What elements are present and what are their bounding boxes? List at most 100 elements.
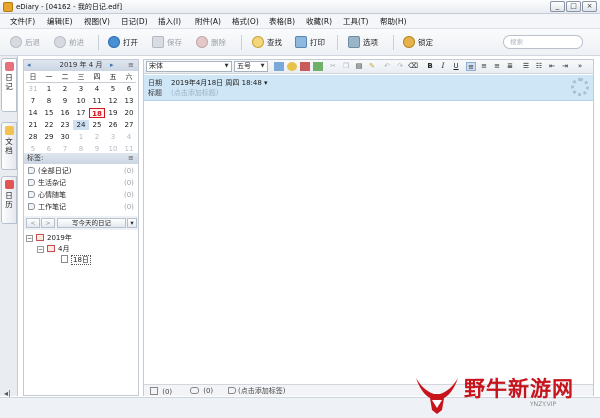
menu-diary[interactable]: 日记(D) <box>121 16 148 27</box>
insert-table-icon[interactable] <box>300 62 310 71</box>
calendar-day[interactable]: 17 <box>73 108 89 118</box>
menu-insert[interactable]: 插入(I) <box>158 16 181 27</box>
tag-item-all[interactable]: (全部日记) <box>28 166 71 176</box>
calendar-day[interactable]: 5 <box>105 84 121 94</box>
insert-image-icon[interactable] <box>274 62 284 71</box>
calendar-day[interactable]: 28 <box>25 132 41 142</box>
back-button[interactable]: 后退 <box>10 35 40 49</box>
lock-button[interactable]: 锁定 <box>403 35 433 49</box>
menu-format[interactable]: 格式(O) <box>232 16 259 27</box>
numbered-list-icon[interactable]: ☷ <box>534 62 544 71</box>
emoticon-icon[interactable] <box>287 62 297 71</box>
print-button[interactable]: 打印 <box>295 35 325 49</box>
menu-file[interactable]: 文件(F) <box>10 16 35 27</box>
maximize-button[interactable]: □ <box>566 1 581 12</box>
calendar-day[interactable]: 10 <box>73 96 89 106</box>
add-tag-field[interactable]: (点击添加标签) <box>228 387 285 395</box>
prev-month-icon[interactable]: ◂ <box>27 60 31 71</box>
write-today-button[interactable]: 写今天的日记 <box>57 218 126 228</box>
italic-icon[interactable]: I <box>438 62 448 71</box>
calendar-day[interactable]: 4 <box>89 84 105 94</box>
calendar-day[interactable]: 18 <box>89 108 105 118</box>
calendar-day[interactable]: 4 <box>121 132 137 142</box>
tag-item-mood[interactable]: 心情随笔 <box>28 190 66 200</box>
calendar-day[interactable]: 6 <box>121 84 137 94</box>
open-button[interactable]: 打开 <box>108 35 138 49</box>
menu-attach[interactable]: 附件(A) <box>195 16 221 27</box>
align-left-icon[interactable]: ≡ <box>466 62 476 71</box>
tree-node-year[interactable]: −2019年 <box>26 233 72 243</box>
calendar-day[interactable]: 2 <box>57 84 73 94</box>
editor-body[interactable] <box>144 102 593 384</box>
font-select[interactable]: 宋体 ▼ <box>146 61 232 72</box>
copy-icon[interactable]: ❐ <box>341 62 351 71</box>
align-justify-icon[interactable]: ≣ <box>505 62 515 71</box>
menu-help[interactable]: 帮助(H) <box>380 16 407 27</box>
save-button[interactable]: 保存 <box>152 35 182 49</box>
comment-indicator[interactable]: (0) <box>190 387 213 395</box>
calendar-day[interactable]: 27 <box>121 120 137 130</box>
calendar-day[interactable]: 25 <box>89 120 105 130</box>
search-input[interactable]: 搜索 <box>503 35 583 49</box>
delete-button[interactable]: 删除 <box>196 35 226 49</box>
menu-view[interactable]: 视图(V) <box>84 16 110 27</box>
find-button[interactable]: 查找 <box>252 35 282 49</box>
bullet-list-icon[interactable]: ☰ <box>521 62 531 71</box>
align-right-icon[interactable]: ≡ <box>492 62 502 71</box>
calendar-day[interactable]: 21 <box>25 120 41 130</box>
align-center-icon[interactable]: ≡ <box>479 62 489 71</box>
redo-icon[interactable]: ↷ <box>395 62 405 71</box>
calendar-day[interactable]: 1 <box>41 84 57 94</box>
attach-icon[interactable] <box>313 62 323 71</box>
calendar-day[interactable]: 12 <box>105 96 121 106</box>
calendar-day[interactable]: 30 <box>57 132 73 142</box>
collapse-icon[interactable]: − <box>26 235 33 242</box>
calendar-day[interactable]: 26 <box>105 120 121 130</box>
calendar-day[interactable]: 31 <box>25 84 41 94</box>
menu-favorites[interactable]: 收藏(R) <box>306 16 332 27</box>
format-painter-icon[interactable]: ✎ <box>367 62 377 71</box>
undo-icon[interactable]: ↶ <box>382 62 392 71</box>
attachment-indicator[interactable]: (0) <box>150 387 172 396</box>
prev-entry-button[interactable]: < <box>26 218 40 228</box>
calendar-day[interactable]: 23 <box>57 120 73 130</box>
tag-item-life[interactable]: 生活杂记 <box>28 178 66 188</box>
calendar-day[interactable]: 24 <box>73 120 89 130</box>
calendar-day[interactable]: 14 <box>25 108 41 118</box>
tab-calendar[interactable]: 日历 <box>1 176 17 224</box>
calendar-day[interactable]: 1 <box>73 132 89 142</box>
calendar-day[interactable]: 8 <box>41 96 57 106</box>
tag-item-work[interactable]: 工作笔记 <box>28 202 66 212</box>
more-icon[interactable]: » <box>575 62 585 71</box>
forward-button[interactable]: 前进 <box>54 35 84 49</box>
menu-table[interactable]: 表格(B) <box>269 16 295 27</box>
tab-diary[interactable]: 日记 <box>1 58 17 112</box>
calendar-day[interactable]: 3 <box>73 84 89 94</box>
calendar-day[interactable]: 15 <box>41 108 57 118</box>
calendar-day[interactable]: 9 <box>57 96 73 106</box>
calendar-day[interactable]: 3 <box>105 132 121 142</box>
eraser-icon[interactable]: ⌫ <box>408 62 418 71</box>
indent-icon[interactable]: ⇥ <box>560 62 570 71</box>
options-button[interactable]: 选项 <box>348 35 378 49</box>
cut-icon[interactable]: ✂ <box>328 62 338 71</box>
menu-tools[interactable]: 工具(T) <box>343 16 368 27</box>
paste-icon[interactable]: ▤ <box>354 62 364 71</box>
calendar-day[interactable]: 22 <box>41 120 57 130</box>
calendar-day[interactable]: 2 <box>89 132 105 142</box>
weather-icon[interactable] <box>571 78 589 96</box>
nav-dropdown-button[interactable]: ▾ <box>127 218 137 228</box>
font-size-select[interactable]: 五号 ▼ <box>234 61 268 72</box>
next-entry-button[interactable]: > <box>41 218 55 228</box>
date-value[interactable]: 2019年4月18日 周四 18:48 ▾ <box>171 78 268 88</box>
collapse-icon[interactable]: − <box>37 246 44 253</box>
calendar-day[interactable]: 16 <box>57 108 73 118</box>
tab-documents[interactable]: 文档 <box>1 122 17 170</box>
outdent-icon[interactable]: ⇤ <box>547 62 557 71</box>
calendar-day[interactable]: 20 <box>121 108 137 118</box>
bold-icon[interactable]: B <box>425 62 435 71</box>
close-button[interactable]: × <box>582 1 597 12</box>
tree-node-day[interactable]: 18日 <box>61 255 91 265</box>
minimize-button[interactable]: _ <box>550 1 565 12</box>
underline-icon[interactable]: U <box>451 62 461 71</box>
